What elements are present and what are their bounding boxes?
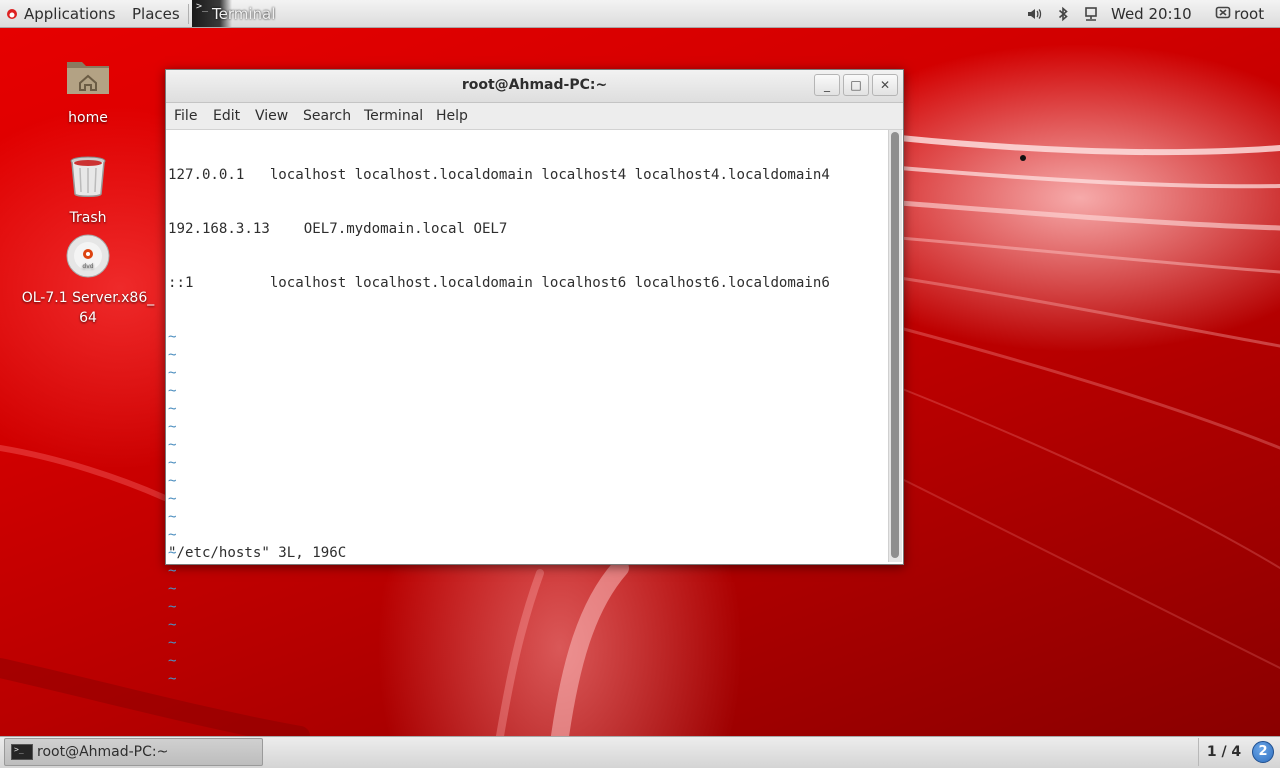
menu-search[interactable]: Search <box>303 103 351 129</box>
tilde-line: ~ <box>168 365 177 381</box>
tilde-line: ~ <box>168 491 177 507</box>
trash-icon <box>70 156 106 197</box>
taskbar-item-terminal[interactable]: >_ root@Ahmad-PC:~ <box>4 738 263 766</box>
user-status-icon[interactable] <box>1215 5 1231 21</box>
tilde-line: ~ <box>168 329 177 345</box>
scrollbar-thumb[interactable] <box>891 132 899 558</box>
tilde-line: ~ <box>168 473 177 489</box>
tilde-line: ~ <box>168 635 177 651</box>
close-button[interactable]: ✕ <box>872 74 898 96</box>
terminal-text-area[interactable]: 127.0.0.1 localhost localhost.localdomai… <box>168 130 888 687</box>
tilde-line: ~ <box>168 401 177 417</box>
tilde-line: ~ <box>168 581 177 597</box>
optical-disc-icon: dvd <box>66 234 110 278</box>
tilde-line: ~ <box>168 563 177 579</box>
terminal-prompt-icon: >_ <box>196 1 209 12</box>
tilde-line: ~ <box>168 599 177 615</box>
top-panel: Applications Places >_ Terminal Wed 20:1… <box>0 0 1280 28</box>
terminal-line: ::1 localhost localhost.localdomain loca… <box>168 275 830 291</box>
panel-separator <box>188 4 189 24</box>
tilde-line: ~ <box>168 347 177 363</box>
taskbar-item-label: root@Ahmad-PC:~ <box>37 744 169 760</box>
menu-view[interactable]: View <box>255 103 288 129</box>
terminal-window[interactable]: root@Ahmad-PC:~ _ □ ✕ File Edit View Sea… <box>165 69 904 687</box>
tilde-line: ~ <box>168 653 177 669</box>
menubar: File Edit View Search Terminal Help <box>166 103 903 130</box>
desktop-icon-trash[interactable]: Trash <box>20 152 156 228</box>
menu-terminal[interactable]: Terminal <box>364 103 423 129</box>
tilde-line: ~ <box>168 617 177 633</box>
volume-icon[interactable] <box>1026 6 1042 22</box>
menu-help[interactable]: Help <box>436 103 468 129</box>
workspace-switcher[interactable]: 1 / 4 <box>1198 738 1249 766</box>
maximize-button[interactable]: □ <box>843 74 869 96</box>
terminal-line: 192.168.3.13 OEL7.mydomain.local OEL7 <box>168 221 508 237</box>
desktop-icon-label: Trash <box>69 210 107 226</box>
active-app-label[interactable]: Terminal <box>212 0 275 28</box>
places-label: Places <box>132 5 180 23</box>
desktop-icon-home[interactable]: home <box>20 52 156 128</box>
menu-file[interactable]: File <box>174 103 197 129</box>
network-icon[interactable] <box>1083 6 1099 22</box>
window-title: root@Ahmad-PC:~ <box>461 77 608 93</box>
places-menu[interactable]: Places <box>132 0 180 28</box>
bluetooth-icon[interactable] <box>1055 6 1071 22</box>
empty-buffer-lines: ~ ~ ~ ~ ~ ~ ~ ~ ~ ~ ~ ~ ~ ~ ~ ~ ~ ~ ~ ~ <box>168 328 888 688</box>
user-menu[interactable]: root <box>1234 0 1264 28</box>
minimize-icon: _ <box>824 78 830 92</box>
tilde-line: ~ <box>168 455 177 471</box>
maximize-icon: □ <box>850 78 862 92</box>
minimize-button[interactable]: _ <box>814 74 840 96</box>
tilde-line: ~ <box>168 527 177 543</box>
applications-menu[interactable]: Applications <box>6 0 116 28</box>
svg-text:dvd: dvd <box>82 263 93 270</box>
applications-label: Applications <box>24 5 116 23</box>
bottom-panel: >_ root@Ahmad-PC:~ 1 / 4 2 <box>0 736 1280 768</box>
close-icon: ✕ <box>879 78 891 92</box>
desktop-icon-label: OL-7.1 Server.x86_ 64 <box>21 290 155 326</box>
tilde-line: ~ <box>168 419 177 435</box>
clock[interactable]: Wed 20:10 <box>1111 0 1192 28</box>
menu-edit[interactable]: Edit <box>213 103 240 129</box>
tilde-line: ~ <box>168 509 177 525</box>
notification-badge[interactable]: 2 <box>1252 741 1274 763</box>
folder-home-icon <box>67 62 109 94</box>
tilde-line: ~ <box>168 383 177 399</box>
tilde-line: ~ <box>168 671 177 687</box>
window-titlebar[interactable]: root@Ahmad-PC:~ _ □ ✕ <box>166 70 903 103</box>
desktop-icon-label: home <box>68 110 108 126</box>
mouse-cursor <box>1020 155 1026 161</box>
terminal-scrollbar[interactable] <box>888 130 902 562</box>
tilde-line: ~ <box>168 437 177 453</box>
distro-logo-icon <box>7 9 17 19</box>
desktop-icon-disc[interactable]: dvd OL-7.1 Server.x86_ 64 <box>20 232 156 328</box>
terminal-icon: >_ <box>11 744 33 760</box>
terminal-line: 127.0.0.1 localhost localhost.localdomai… <box>168 167 830 183</box>
vim-status-line: "/etc/hosts" 3L, 196C <box>168 545 347 561</box>
